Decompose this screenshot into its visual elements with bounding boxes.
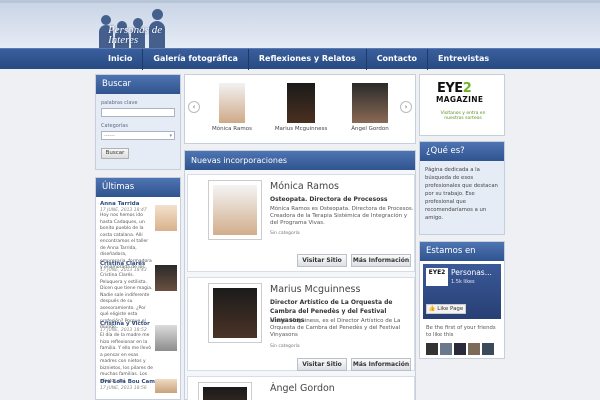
entry-name[interactable]: Marius Mcguinness <box>270 284 360 295</box>
page: Personas de Interes Inicio Galería fotog… <box>0 0 600 400</box>
new-additions-list: Nuevas incorporaciones Mónica Ramos Oste… <box>184 150 416 400</box>
keywords-label: palabras clave <box>101 100 138 106</box>
chevron-left-icon[interactable]: ‹ <box>188 101 200 113</box>
facebook-like-button[interactable]: 👍 Like Page <box>426 304 466 314</box>
featured-carousel: ‹ Mónica Ramos Marius Mcguinness Àngel G… <box>184 74 416 144</box>
keywords-input[interactable] <box>101 108 175 117</box>
interview-thumbnail[interactable] <box>155 379 177 393</box>
entry-photo-image <box>213 288 257 338</box>
entry-name[interactable]: Àngel Gordon <box>270 383 335 394</box>
entry-name[interactable]: Mónica Ramos <box>270 181 339 192</box>
avatar[interactable] <box>426 343 438 355</box>
list-item: Àngel Gordon <box>187 376 415 400</box>
ad-tagline: Visítanos y entra en nuestros sorteos <box>440 111 486 121</box>
entry-photo[interactable] <box>198 382 252 400</box>
carousel-photo[interactable] <box>352 83 388 123</box>
facebook-page-logo[interactable]: EYE2 <box>426 268 448 286</box>
carousel-photo[interactable] <box>219 83 245 123</box>
nav-item-contacto[interactable]: Contacto <box>367 49 429 70</box>
entry-category[interactable]: Sin categoría <box>270 231 300 236</box>
facebook-likes-count: 1.5k likes <box>451 279 475 285</box>
more-info-button[interactable]: Más Información <box>351 358 411 371</box>
carousel-name[interactable]: Àngel Gordon <box>340 126 400 132</box>
facebook-page-name[interactable]: Personas... <box>451 268 492 277</box>
latest-interviews-widget: Últimas Entrevistas Anna Tarrida 17 JUNE… <box>95 177 181 400</box>
entry-category[interactable]: Sin categoría <box>270 344 300 349</box>
about-text: Página dedicada a la búsqueda de esos pr… <box>425 167 498 221</box>
avatar[interactable] <box>468 343 480 355</box>
interview-item: Cristina Clarés 17 JUNE, 2013 18:43 Cris… <box>96 257 180 330</box>
list-item: Marius Mcguinness Director Artístico de … <box>187 277 415 371</box>
avatar[interactable] <box>440 343 452 355</box>
entry-photo-image <box>203 387 247 400</box>
facebook-friends-text: Be the first of your friends to like thi… <box>426 325 496 338</box>
logo-head-icon <box>152 9 163 20</box>
more-info-button[interactable]: Más Información <box>351 254 411 267</box>
nav-item-reflexiones[interactable]: Reflexiones y Relatos <box>249 49 367 70</box>
site-header: Personas de Interes <box>0 0 600 51</box>
interview-item: Dra Lola Bou Camps 17 JUNE, 2013 18:56 <box>96 375 180 395</box>
new-additions-title: Nuevas incorporaciones <box>185 151 415 170</box>
main-nav: Inicio Galería fotográfica Reflexiones y… <box>0 48 600 70</box>
interview-thumbnail[interactable] <box>155 325 177 351</box>
chevron-right-icon[interactable]: › <box>400 101 412 113</box>
ad-logo: EYE2 <box>437 81 472 96</box>
entry-description: Mónica Ramos es Osteopata. Directora de … <box>270 206 414 226</box>
eye2-magazine-ad[interactable]: EYE2 MAGAZINE Visítanos y entra en nuest… <box>419 74 505 136</box>
nav-item-entrevistas[interactable]: Entrevistas <box>428 49 499 70</box>
ad-magazine-text: MAGAZINE <box>436 95 484 104</box>
entry-role: Osteopata. Directora de Procesoss <box>270 196 388 203</box>
categories-select[interactable]: ------ ▾ <box>101 131 175 140</box>
carousel-item[interactable]: Àngel Gordon <box>340 83 400 132</box>
interview-item: Anna Tarrida 17 JUNE, 2013 18:47 Hoy nos… <box>96 197 180 270</box>
entry-photo-image <box>213 185 257 235</box>
list-item: Mónica Ramos Osteopata. Directora de Pro… <box>187 174 415 272</box>
facebook-like-icon: 👍 <box>428 306 436 312</box>
interview-thumbnail[interactable] <box>155 205 177 231</box>
visit-site-button[interactable]: Visitar Sitio <box>297 358 347 371</box>
facebook-widget: Estamos en Facebook EYE2 Personas... 1.5… <box>419 241 505 359</box>
carousel-photo[interactable] <box>287 83 315 123</box>
facebook-like-label: Like Page <box>437 306 464 312</box>
chevron-down-icon: ▾ <box>169 133 172 139</box>
ad-logo-two: 2 <box>462 81 472 96</box>
search-title: Buscar <box>96 75 180 94</box>
avatar[interactable] <box>482 343 494 355</box>
search-widget: Buscar palabras clave Categorías ------ … <box>95 74 181 170</box>
facebook-title: Estamos en Facebook <box>420 242 504 275</box>
visit-site-button[interactable]: Visitar Sitio <box>297 254 347 267</box>
carousel-item[interactable]: Marius Mcguinness <box>271 83 331 132</box>
facebook-page-card[interactable]: EYE2 Personas... 1.5k likes 👍 Like Page <box>423 264 501 319</box>
about-title: ¿Qué es? <box>420 142 504 161</box>
entry-photo[interactable] <box>208 283 262 343</box>
nav-item-galeria[interactable]: Galería fotográfica <box>143 49 249 70</box>
ad-logo-eye: EYE <box>437 81 463 96</box>
interview-item: Cristina y Victor 17 JUNE, 2013 18:52 El… <box>96 317 180 384</box>
categories-label: Categorías <box>101 123 128 129</box>
facebook-avatars <box>420 339 504 355</box>
search-button[interactable]: Buscar <box>101 148 129 159</box>
interviews-title: Últimas Entrevistas <box>96 178 180 211</box>
avatar[interactable] <box>454 343 466 355</box>
categories-select-value: ------ <box>104 133 115 139</box>
carousel-name[interactable]: Mónica Ramos <box>202 126 262 132</box>
entry-description: Marius Mcguiness, es el Director Artísti… <box>270 318 401 338</box>
carousel-item[interactable]: Mónica Ramos <box>202 83 262 132</box>
entry-photo[interactable] <box>208 180 262 240</box>
logo-text: Personas de Interes <box>108 24 163 46</box>
nav-item-inicio[interactable]: Inicio <box>98 49 144 70</box>
carousel-name[interactable]: Marius Mcguinness <box>271 126 331 132</box>
interview-thumbnail[interactable] <box>155 265 177 291</box>
about-widget: ¿Qué es? Página dedicada a la búsqueda d… <box>419 141 505 235</box>
